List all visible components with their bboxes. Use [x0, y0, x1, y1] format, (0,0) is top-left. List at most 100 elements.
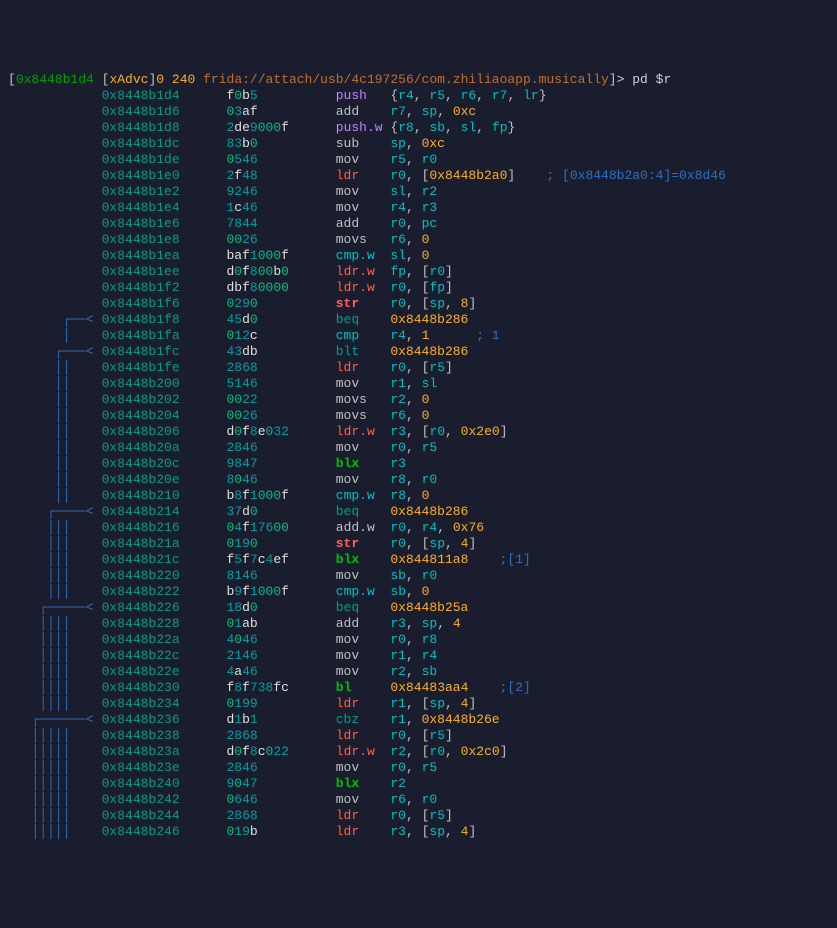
hex-bytes: 8046 — [226, 472, 257, 487]
instr-addr: 0x8448b1e6 — [102, 216, 180, 231]
hex-bytes: 2868 — [226, 808, 257, 823]
instr-addr: 0x8448b230 — [102, 680, 180, 695]
hex-bytes: b9f1000f — [226, 584, 289, 599]
operands: r2, [r0, 0x2c0] — [390, 744, 507, 759]
instr-addr: 0x8448b1de — [102, 152, 180, 167]
hex-bytes: 019b — [226, 824, 257, 839]
disasm-row: │││││ 0x8448b242 0646 mov r6, r0 — [8, 792, 829, 808]
disasm-row: │││││ 0x8448b244 2868 ldr r0, [r5] — [8, 808, 829, 824]
instr-addr: 0x8448b214 — [102, 504, 180, 519]
instr-addr: 0x8448b1fe — [102, 360, 180, 375]
instr-addr: 0x8448b244 — [102, 808, 180, 823]
operands: sb, 0 — [390, 584, 429, 599]
disasm-row: 0x8448b1e2 9246 mov sl, r2 — [8, 184, 829, 200]
instr-addr: 0x8448b1e0 — [102, 168, 180, 183]
disasm-row: ┌────< 0x8448b214 37d0 beq 0x8448b286 — [8, 504, 829, 520]
mnemonic: str — [336, 296, 359, 311]
instr-addr: 0x8448b1f6 — [102, 296, 180, 311]
hex-bytes: 8146 — [226, 568, 257, 583]
instr-addr: 0x8448b236 — [102, 712, 180, 727]
instr-addr: 0x8448b200 — [102, 376, 180, 391]
instr-addr: 0x8448b1e2 — [102, 184, 180, 199]
operands: r0, r5 — [390, 440, 437, 455]
hex-bytes: d0f8e032 — [226, 424, 289, 439]
disasm-row: 0x8448b1d4 f0b5 push {r4, r5, r6, r7, lr… — [8, 88, 829, 104]
hex-bytes: 18d0 — [226, 600, 257, 615]
instr-addr: 0x8448b20c — [102, 456, 180, 471]
mnemonic: mov — [336, 760, 359, 775]
operands: r3 — [390, 456, 406, 471]
mnemonic: cmp.w — [336, 248, 375, 263]
instr-addr: 0x8448b242 — [102, 792, 180, 807]
instr-addr: 0x8448b1d6 — [102, 104, 180, 119]
hex-bytes: b8f1000f — [226, 488, 289, 503]
operands: 0x844811a8 — [390, 552, 468, 567]
comment: ;[1] — [500, 552, 531, 567]
mnemonic: ldr — [336, 808, 359, 823]
hex-bytes: 83b0 — [226, 136, 257, 151]
mnemonic: blx — [336, 776, 359, 791]
instr-addr: 0x8448b1ee — [102, 264, 180, 279]
mnemonic: add — [336, 216, 359, 231]
instr-addr: 0x8448b23e — [102, 760, 180, 775]
prompt-open: [ — [8, 72, 16, 87]
instr-addr: 0x8448b23a — [102, 744, 180, 759]
operands: sl, 0 — [390, 248, 429, 263]
mnemonic: ldr — [336, 168, 359, 183]
disasm-row: ┌─────< 0x8448b226 18d0 beq 0x8448b25a — [8, 600, 829, 616]
mnemonic: mov — [336, 440, 359, 455]
hex-bytes: 0022 — [226, 392, 257, 407]
mnemonic: cmp — [336, 328, 359, 343]
disasm-row: ││ 0x8448b204 0026 movs r6, 0 — [8, 408, 829, 424]
mnemonic: blx — [336, 456, 359, 471]
instr-addr: 0x8448b1d8 — [102, 120, 180, 135]
operands: r0, r5 — [390, 760, 437, 775]
instr-addr: 0x8448b238 — [102, 728, 180, 743]
operands: r2, sb — [390, 664, 437, 679]
hex-bytes: 2146 — [226, 648, 257, 663]
mnemonic: mov — [336, 376, 359, 391]
disasm-row: │ 0x8448b1fa 012c cmp r4, 1 ; 1 — [8, 328, 829, 344]
mnemonic: beq — [336, 312, 359, 327]
hex-bytes: 7844 — [226, 216, 257, 231]
mnemonic: blx — [336, 552, 359, 567]
mnemonic: bl — [336, 680, 352, 695]
instr-addr: 0x8448b1fc — [102, 344, 180, 359]
frida-url: frida://attach/usb/4c197256/com.zhiliaoa… — [203, 72, 609, 87]
hex-bytes: 0026 — [226, 232, 257, 247]
instr-addr: 0x8448b1ea — [102, 248, 180, 263]
disasm-row: ││││ 0x8448b228 01ab add r3, sp, 4 — [8, 616, 829, 632]
operands: r4, r3 — [390, 200, 437, 215]
operands: r4, 1 — [390, 328, 429, 343]
instr-addr: 0x8448b220 — [102, 568, 180, 583]
instr-addr: 0x8448b1f2 — [102, 280, 180, 295]
instr-addr: 0x8448b228 — [102, 616, 180, 631]
instr-addr: 0x8448b216 — [102, 520, 180, 535]
operands: r0, [0x8448b2a0] — [390, 168, 515, 183]
hex-bytes: 01ab — [226, 616, 257, 631]
hex-bytes: 2de9000f — [226, 120, 289, 135]
hex-bytes: 0199 — [226, 696, 257, 711]
comment: ;[2] — [500, 680, 531, 695]
operands: 0x8448b25a — [390, 600, 468, 615]
disasm-row: 0x8448b1de 0546 mov r5, r0 — [8, 152, 829, 168]
operands: sp, 0xc — [390, 136, 445, 151]
hex-bytes: 4a46 — [226, 664, 257, 679]
mnemonic: cmp.w — [336, 584, 375, 599]
hex-bytes: 4046 — [226, 632, 257, 647]
operands: r0, r4, 0x76 — [390, 520, 484, 535]
hex-bytes: 0546 — [226, 152, 257, 167]
disasm-row: ││││ 0x8448b22a 4046 mov r0, r8 — [8, 632, 829, 648]
operands: r6, r0 — [390, 792, 437, 807]
operands: r0, [r5] — [390, 728, 452, 743]
operands: 0x8448b286 — [390, 312, 468, 327]
mnemonic: cbz — [336, 712, 359, 727]
mnemonic: add.w — [336, 520, 375, 535]
command-input[interactable]: pd $r — [632, 72, 671, 87]
instr-addr: 0x8448b1d4 — [102, 88, 180, 103]
operands: r3, [sp, 4] — [390, 824, 476, 839]
disasm-row: ││ 0x8448b1fe 2868 ldr r0, [r5] — [8, 360, 829, 376]
hex-bytes: f5f7c4ef — [226, 552, 289, 567]
mnemonic: blt — [336, 344, 359, 359]
mnemonic: add — [336, 104, 359, 119]
